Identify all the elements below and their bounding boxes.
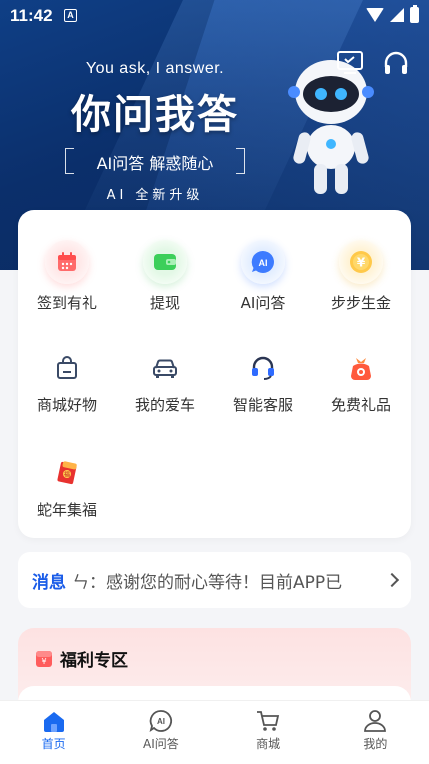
menu-item-mall[interactable]: 商城好物	[18, 350, 116, 415]
feature-menu-card: 签到有礼 提现 AI AI问答 ¥ 步步生金 商城好物 我的爱车 智能客服 免费…	[18, 210, 411, 538]
welfare-icon: ¥	[36, 650, 52, 667]
menu-item-checkin[interactable]: 签到有礼	[18, 240, 116, 313]
menu-item-ai-qa[interactable]: AI AI问答	[214, 240, 312, 313]
home-icon	[43, 712, 64, 732]
menu-item-my-car[interactable]: 我的爱车	[116, 350, 214, 415]
menu-item-label: 免费礼品	[330, 396, 391, 414]
menu-item-label: 签到有礼	[36, 294, 97, 312]
svg-text:AI: AI	[157, 717, 165, 726]
menu-item-label: 蛇年集福	[36, 501, 97, 519]
wifi-icon	[366, 8, 384, 22]
gift-bag-icon	[351, 358, 371, 380]
menu-item-free-gift[interactable]: 免费礼品	[312, 350, 410, 415]
screen-message-icon[interactable]	[335, 48, 365, 78]
status-bar: 11:42 A	[0, 0, 429, 32]
shopping-bag-icon	[57, 356, 77, 379]
bottom-tab-bar: 首页 AI AI问答 商城 我的	[0, 700, 429, 764]
car-icon	[153, 359, 177, 378]
tab-mall[interactable]: 商城	[215, 701, 322, 764]
hero-subtitle: You ask, I answer.	[85, 60, 225, 77]
menu-item-label: 智能客服	[232, 396, 293, 414]
menu-item-label: 步步生金	[330, 294, 391, 312]
svg-text:¥: ¥	[41, 657, 46, 666]
wallet-icon	[154, 254, 176, 270]
svg-text:AI: AI	[259, 258, 268, 268]
hero-tagline: AI问答 解惑随心	[65, 148, 245, 176]
welfare-title: 福利专区	[60, 651, 128, 671]
headset-icon	[252, 356, 274, 380]
hero-title: 你问我答	[71, 92, 239, 138]
svg-text:福: 福	[64, 471, 70, 479]
menu-item-label: AI问答	[240, 294, 286, 312]
tab-ai-qa[interactable]: AI AI问答	[107, 701, 214, 764]
tab-label: AI问答	[143, 737, 179, 751]
ai-chat-icon: AI	[251, 250, 274, 273]
profile-icon	[364, 710, 387, 732]
calendar-icon	[58, 252, 76, 271]
menu-item-label: 我的爱车	[134, 396, 195, 414]
headphones-icon[interactable]	[381, 48, 411, 78]
tab-label: 我的	[363, 737, 388, 751]
red-envelope-icon: 福	[57, 461, 77, 485]
message-title: 消息	[32, 572, 66, 593]
tab-label: 商城	[256, 737, 281, 751]
hero-upgrade-text: AI 全新升级	[106, 188, 204, 203]
battery-icon	[410, 5, 419, 23]
message-text: ㄣ：感谢您的耐心等待！目前APP已	[72, 572, 343, 593]
coin-icon: ¥	[350, 251, 372, 273]
tab-mine[interactable]: 我的	[322, 701, 429, 764]
svg-text:¥: ¥	[357, 256, 366, 270]
menu-item-customer-service[interactable]: 智能客服	[214, 350, 312, 415]
menu-item-label: 提现	[149, 294, 180, 312]
tab-home[interactable]: 首页	[0, 701, 107, 764]
status-time: 11:42	[10, 6, 53, 25]
ai-chat-icon: AI	[149, 710, 172, 733]
menu-item-label: 商城好物	[36, 396, 97, 414]
tab-label: 首页	[41, 737, 66, 751]
signal-icon	[390, 8, 404, 22]
menu-item-snake-year-blessing[interactable]: 福 蛇年集福	[18, 455, 116, 520]
chevron-right-icon[interactable]	[384, 572, 400, 588]
message-ticker[interactable]: 消息 ㄣ：感谢您的耐心等待！目前APP已	[18, 552, 411, 608]
menu-item-withdraw[interactable]: 提现	[116, 240, 214, 313]
menu-item-step-gold[interactable]: ¥ 步步生金	[312, 240, 410, 313]
notification-a-icon: A	[64, 9, 77, 22]
cart-icon	[257, 711, 280, 731]
